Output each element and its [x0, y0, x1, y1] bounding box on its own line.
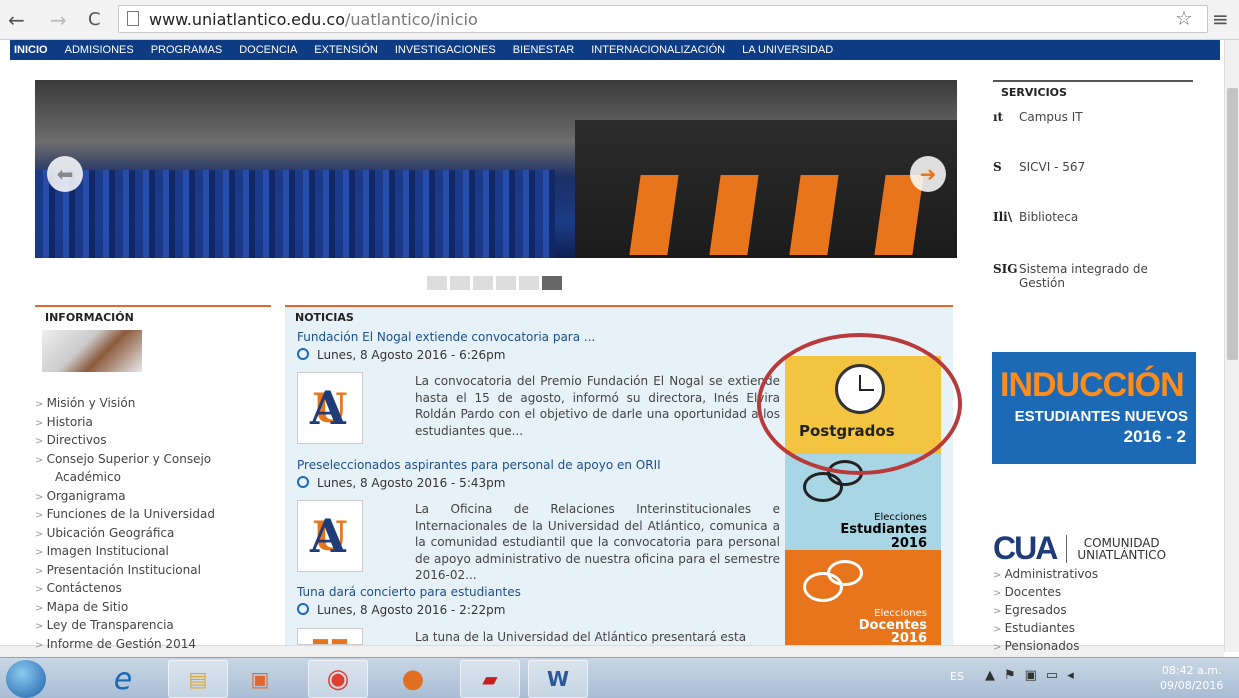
news-thumbnail[interactable]: ▬▬: [297, 628, 363, 645]
comunidad-link[interactable]: Pensionados: [993, 638, 1098, 656]
nav-investigaciones[interactable]: INVESTIGACIONES: [395, 44, 496, 56]
nav-bienestar[interactable]: BIENESTAR: [513, 44, 575, 56]
clock-icon: [297, 603, 309, 615]
file-explorer-icon[interactable]: ▤: [168, 660, 228, 698]
sig-icon: SIG: [993, 262, 1018, 276]
services-title: SERVICIOS: [1001, 86, 1067, 99]
info-link[interactable]: Informe de Gestión 2014: [35, 636, 215, 655]
nav-admisiones[interactable]: ADMISIONES: [65, 44, 134, 56]
browser-toolbar: ← → C www.uniatlantico.edu.co/uatlantico…: [0, 0, 1239, 40]
forward-icon[interactable]: →: [50, 8, 67, 32]
slider-dot[interactable]: [450, 276, 470, 290]
comunidad-link[interactable]: Docentes: [993, 584, 1098, 602]
red-circle-annotation: [757, 333, 962, 475]
graduates-crowd: [35, 170, 555, 258]
slider-dots: [427, 276, 562, 290]
word-icon[interactable]: W: [528, 660, 588, 698]
info-link[interactable]: Misión y Visión: [35, 395, 215, 414]
comunidad-link[interactable]: Estudiantes: [993, 620, 1098, 638]
news-title-link[interactable]: Preseleccionados aspirantes para persona…: [297, 458, 661, 472]
info-title: INFORMACIÓN: [45, 311, 134, 324]
browser-menu-icon[interactable]: ≡: [1212, 7, 1229, 31]
info-link[interactable]: Mapa de Sitio: [35, 599, 215, 618]
nav-programas[interactable]: PROGRAMAS: [151, 44, 223, 56]
windows-taskbar: e ▤ ▣ ◉ ● ▰ W ES ▲⚑▣▭◂ 08:42 a.m. 09/08/2…: [0, 657, 1239, 698]
address-bar[interactable]: www.uniatlantico.edu.co/uatlantico/inici…: [118, 5, 1208, 33]
acrobat-icon[interactable]: ▰: [460, 660, 520, 698]
slider-prev-button[interactable]: ⬅: [47, 156, 83, 192]
start-button[interactable]: [6, 660, 46, 698]
induccion-banner[interactable]: INDUCCIÓN ESTUDIANTES NUEVOS 2016 - 2: [992, 352, 1196, 464]
vertical-scrollbar[interactable]: [1224, 40, 1239, 652]
info-link[interactable]: Historia: [35, 414, 215, 433]
media-player-icon[interactable]: ▣: [230, 660, 290, 698]
taskbar-clock[interactable]: 08:42 a.m. 09/08/2016: [1160, 663, 1223, 693]
slider-next-button[interactable]: ➜: [910, 156, 946, 192]
news-title-link[interactable]: Fundación El Nogal extiende convocatoria…: [297, 330, 595, 344]
campus-it-icon: ıt: [993, 110, 1004, 124]
service-sicvi[interactable]: S SICVI - 567: [993, 160, 1085, 174]
page-icon: [127, 11, 139, 26]
service-campus-it[interactable]: ıt Campus IT: [993, 110, 1083, 124]
reload-icon[interactable]: C: [88, 9, 101, 30]
news-date: Lunes, 8 Agosto 2016 - 2:22pm: [297, 603, 505, 617]
info-link[interactable]: Académico: [35, 469, 215, 488]
comunidad-link[interactable]: Administrativos: [993, 566, 1099, 584]
internet-explorer-icon[interactable]: e: [93, 660, 153, 698]
service-biblioteca[interactable]: Ili\ Biblioteca: [993, 210, 1078, 224]
comunidad-link[interactable]: Egresados: [993, 602, 1098, 620]
news-body: La convocatoria del Premio Fundación El …: [415, 374, 780, 438]
slider-dot[interactable]: [496, 276, 516, 290]
news-date: Lunes, 8 Agosto 2016 - 5:43pm: [297, 476, 505, 490]
info-link[interactable]: Presentación Institucional: [35, 562, 215, 581]
nav-la-universidad[interactable]: LA UNIVERSIDAD: [742, 44, 833, 56]
info-image: [42, 330, 142, 372]
info-link[interactable]: Consejo Superior y Consejo: [35, 451, 215, 470]
info-panel: INFORMACIÓN: [35, 305, 271, 324]
hero-slider-image: [35, 80, 957, 258]
chrome-icon[interactable]: ◉: [308, 660, 368, 698]
news-thumbnail[interactable]: UA: [297, 500, 363, 572]
info-link[interactable]: Organigrama: [35, 488, 215, 507]
info-list: Misión y Visión Historia Directivos Cons…: [35, 395, 215, 654]
slider-dot[interactable]: [519, 276, 539, 290]
nav-inicio[interactable]: INICIO: [14, 44, 48, 56]
info-link[interactable]: Funciones de la Universidad: [35, 506, 215, 525]
services-panel: SERVICIOS: [993, 80, 1193, 99]
nav-internacionalizacion[interactable]: INTERNACIONALIZACIÓN: [591, 44, 725, 56]
slider-dot[interactable]: [427, 276, 447, 290]
clock-icon: [297, 476, 309, 488]
scrollbar-thumb[interactable]: [1227, 88, 1238, 360]
slider-dot[interactable]: [473, 276, 493, 290]
comunidad-list: Administrativos Docentes Egresados Estud…: [993, 566, 1099, 656]
chat-bubble-icon: [827, 560, 863, 586]
nav-docencia[interactable]: DOCENCIA: [239, 44, 297, 56]
news-title-link[interactable]: Tuna dará concierto para estudiantes: [297, 585, 521, 599]
elecciones-docentes-tile[interactable]: Elecciones Docentes 2016: [785, 550, 941, 646]
system-tray-icons[interactable]: ▲⚑▣▭◂: [985, 668, 1083, 683]
slider-dot-active[interactable]: [542, 276, 562, 290]
language-indicator[interactable]: ES: [950, 670, 964, 683]
info-link[interactable]: Ubicación Geográfica: [35, 525, 215, 544]
service-sig[interactable]: SIG Sistema integrado de Gestión: [993, 262, 1183, 290]
news-body: La Oficina de Relaciones Interinstitucio…: [415, 502, 780, 582]
news-thumbnail[interactable]: UA: [297, 372, 363, 444]
bookmark-star-icon[interactable]: ☆: [1175, 6, 1193, 30]
biblioteca-icon: Ili\: [993, 210, 1013, 224]
comunidad-logo: CUA COMUNIDAD UNIATLÁNTICO: [993, 530, 1167, 566]
nav-extension[interactable]: EXTENSIÓN: [314, 44, 378, 56]
news-date: Lunes, 8 Agosto 2016 - 6:26pm: [297, 348, 505, 362]
info-link[interactable]: Directivos: [35, 432, 215, 451]
back-icon[interactable]: ←: [8, 8, 25, 32]
news-title: NOTICIAS: [295, 311, 354, 324]
url-text: www.uniatlantico.edu.co/uatlantico/inici…: [149, 10, 478, 29]
main-navigation: INICIO ADMISIONES PROGRAMAS DOCENCIA EXT…: [10, 40, 1220, 60]
firefox-icon[interactable]: ●: [383, 660, 443, 698]
info-link[interactable]: Ley de Transparencia: [35, 617, 215, 636]
news-body: La tuna de la Universidad del Atlántico …: [415, 630, 747, 644]
info-link[interactable]: Contáctenos: [35, 580, 215, 599]
clock-icon: [297, 348, 309, 360]
sicvi-icon: S: [993, 160, 1002, 174]
info-link[interactable]: Imagen Institucional: [35, 543, 215, 562]
